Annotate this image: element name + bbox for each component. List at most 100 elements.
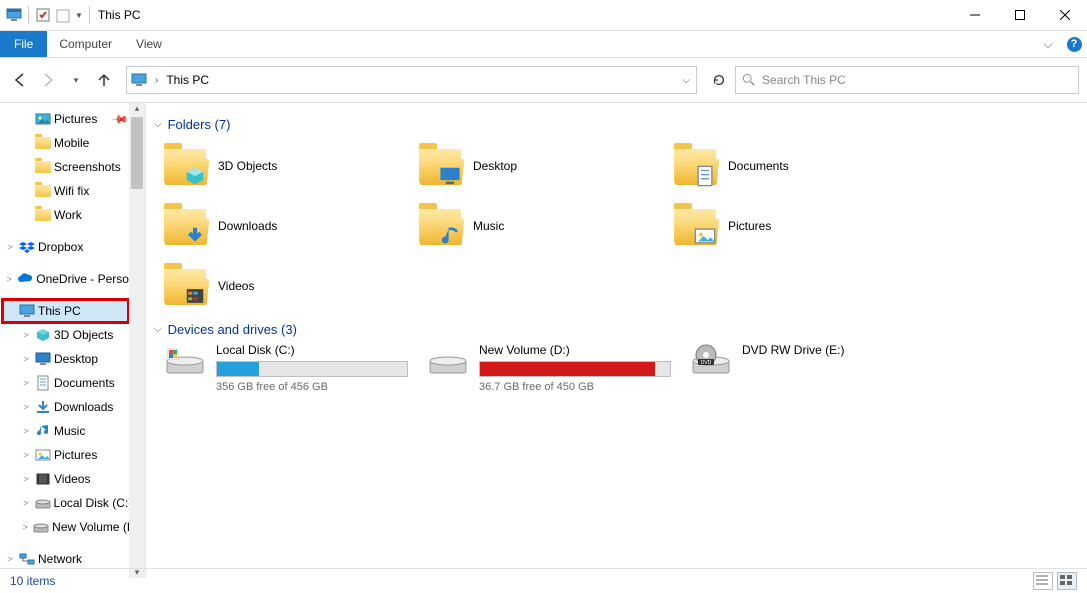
disk-icon [35, 495, 51, 511]
expander-icon[interactable]: > [4, 274, 14, 284]
sidebar-item-3d-objects[interactable]: >3D Objects [2, 323, 129, 347]
close-button[interactable] [1042, 0, 1087, 30]
desktop-icon [35, 351, 51, 367]
folder-icon [35, 183, 51, 199]
sidebar-item-dropbox[interactable]: >Dropbox [2, 235, 129, 259]
usage-text: 356 GB free of 456 GB [216, 381, 408, 393]
maximize-button[interactable] [997, 0, 1042, 30]
folder-icon [35, 159, 51, 175]
drives-section-header[interactable]: ⌵ Devices and drives (3) [154, 322, 1087, 337]
folder-label: Music [473, 219, 504, 233]
drive-tile-local-disk-c-[interactable]: Local Disk (C:)356 GB free of 456 GB [164, 343, 399, 393]
address-history-icon[interactable]: ⌵ [680, 75, 692, 86]
folder-tile-videos[interactable]: Videos [164, 258, 419, 314]
drive-tile-dvd-rw-drive-e-[interactable]: DVDDVD RW Drive (E:) [690, 343, 925, 393]
sidebar-item-local-disk-c-[interactable]: > Local Disk (C:) [2, 491, 129, 515]
usage-text: 36.7 GB free of 450 GB [479, 381, 671, 393]
network-icon [19, 551, 35, 567]
disk-icon [33, 519, 49, 535]
expander-icon[interactable]: > [4, 242, 16, 252]
new-folder-qat-icon[interactable] [55, 7, 71, 23]
forward-button[interactable] [36, 68, 60, 92]
folder-label: Pictures [728, 219, 771, 233]
tab-file[interactable]: File [0, 31, 47, 57]
expander-icon[interactable]: > [20, 426, 32, 436]
qat-dropdown-icon[interactable]: ▼ [75, 11, 83, 20]
drive-name: Local Disk (C:) [216, 343, 408, 357]
drive-tile-new-volume-d-[interactable]: New Volume (D:)36.7 GB free of 450 GB [427, 343, 662, 393]
breadcrumb-this-pc[interactable]: This PC [166, 73, 209, 87]
pc-icon [131, 72, 147, 88]
drive-icon [164, 343, 206, 379]
search-placeholder: Search This PC [762, 73, 846, 87]
sidebar-item-pictures[interactable]: >Pictures [2, 443, 129, 467]
expander-icon[interactable]: > [20, 354, 32, 364]
separator [89, 6, 90, 24]
details-view-button[interactable] [1033, 572, 1053, 590]
dropbox-icon [19, 239, 35, 255]
sidebar-item-label: Music [54, 424, 85, 438]
sidebar-item-label: Local Disk (C:) [54, 496, 129, 510]
sidebar-scrollbar[interactable] [129, 103, 145, 578]
folder-icon [35, 207, 51, 223]
folder-tile-music[interactable]: Music [419, 198, 674, 254]
help-button[interactable]: ? [1061, 31, 1087, 57]
ribbon-collapse-icon[interactable]: ⌵ [1035, 31, 1061, 57]
tab-view[interactable]: View [124, 31, 174, 57]
folder-tile-downloads[interactable]: Downloads [164, 198, 419, 254]
sidebar-item-wifi-fix[interactable]: Wifi fix [2, 179, 129, 203]
content-pane: ⌵ Folders (7) 3D ObjectsDesktopDocuments… [146, 103, 1087, 578]
chevron-down-icon: ⌵ [154, 119, 162, 130]
expander-icon[interactable]: > [20, 450, 32, 460]
folder-icon [674, 209, 716, 243]
recent-locations-button[interactable]: ▾ [64, 68, 88, 92]
sidebar-item-desktop[interactable]: > Desktop [2, 347, 129, 371]
sidebar-item-work[interactable]: Work [2, 203, 129, 227]
sidebar-item-downloads[interactable]: >Downloads [2, 395, 129, 419]
search-icon [742, 73, 756, 87]
folder-tile-3d-objects[interactable]: 3D Objects [164, 138, 419, 194]
sidebar-item-documents[interactable]: >Documents [2, 371, 129, 395]
address-bar[interactable]: › This PC ⌵ [126, 66, 697, 94]
usage-bar [479, 361, 671, 377]
scrollbar-thumb[interactable] [131, 117, 143, 189]
expander-icon[interactable]: > [20, 330, 32, 340]
folder-tile-documents[interactable]: Documents [674, 138, 929, 194]
folder-icon [164, 209, 206, 243]
refresh-button[interactable] [707, 68, 731, 92]
sidebar-item-music[interactable]: > Music [2, 419, 129, 443]
sidebar-item-label: Work [54, 208, 82, 222]
ribbon: File Computer View ⌵ ? [0, 31, 1087, 58]
expander-icon[interactable]: > [20, 522, 30, 532]
expander-icon[interactable]: > [20, 378, 32, 388]
chevron-right-icon[interactable]: › [153, 75, 160, 86]
folders-section-header[interactable]: ⌵ Folders (7) [154, 117, 1087, 132]
folder-label: Downloads [218, 219, 277, 233]
sidebar-item-onedrive-personal[interactable]: >OneDrive - Personal [2, 267, 129, 291]
expander-icon[interactable]: > [20, 498, 32, 508]
large-icons-view-button[interactable] [1057, 572, 1077, 590]
folder-icon [419, 209, 461, 243]
sidebar-item-pictures[interactable]: Pictures📌 [2, 107, 129, 131]
expander-icon[interactable]: > [4, 554, 16, 564]
sidebar-item-label: Videos [54, 472, 90, 486]
expander-icon[interactable]: > [20, 402, 32, 412]
sidebar-item-screenshots[interactable]: Screenshots [2, 155, 129, 179]
search-input[interactable]: Search This PC [735, 66, 1079, 94]
minimize-button[interactable] [952, 0, 997, 30]
sidebar-item-label: Desktop [54, 352, 98, 366]
sidebar-item-new-volume-d-[interactable]: > New Volume (D:) [2, 515, 129, 539]
sidebar-item-label: New Volume (D:) [52, 520, 129, 534]
sidebar-item-mobile[interactable]: Mobile [2, 131, 129, 155]
folder-tile-pictures[interactable]: Pictures [674, 198, 929, 254]
tab-computer[interactable]: Computer [47, 31, 124, 57]
back-button[interactable] [8, 68, 32, 92]
up-button[interactable] [92, 68, 116, 92]
expander-icon[interactable]: > [20, 474, 32, 484]
folder-tile-desktop[interactable]: Desktop [419, 138, 674, 194]
sidebar-item-videos[interactable]: > Videos [2, 467, 129, 491]
drive-name: New Volume (D:) [479, 343, 671, 357]
properties-qat-icon[interactable] [35, 7, 51, 23]
pc-icon [6, 7, 22, 23]
sidebar-item-this-pc[interactable]: This PC [2, 299, 129, 323]
